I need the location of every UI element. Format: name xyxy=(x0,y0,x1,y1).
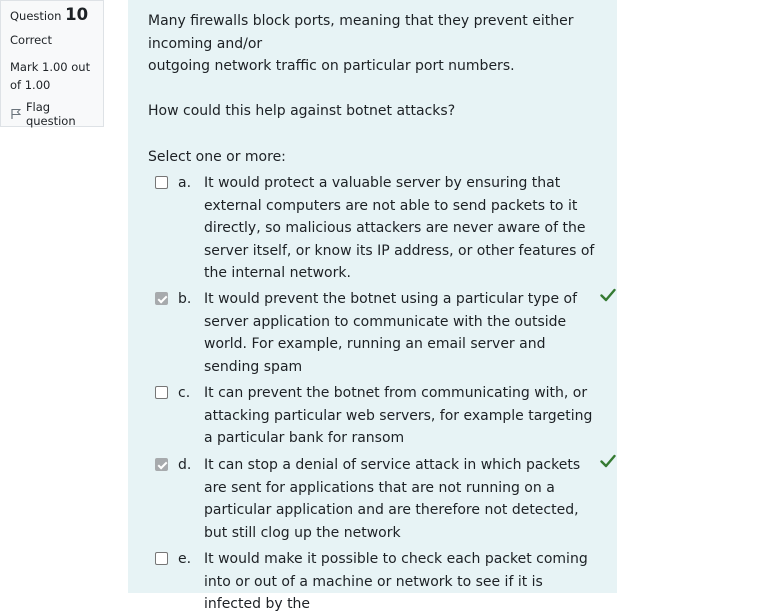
flag-question-button[interactable]: Flag question xyxy=(10,100,103,128)
answer-checkbox-a[interactable] xyxy=(155,176,168,189)
question-info: Question 10 Correct Mark 1.00 out of 1.0… xyxy=(0,0,104,128)
answer-option-a[interactable]: a. It would protect a valuable server by… xyxy=(155,172,605,285)
answer-option-d[interactable]: d. It can stop a denial of service attac… xyxy=(155,454,616,544)
question-state: Correct xyxy=(10,33,52,47)
answer-letter-b: b. xyxy=(178,291,192,307)
answer-letter-e: e. xyxy=(178,551,192,567)
answer-checkbox-e[interactable] xyxy=(155,552,168,565)
answer-letter-c: c. xyxy=(178,385,191,401)
question-text-line-1: Many firewalls block ports, meaning that… xyxy=(148,13,574,52)
answer-checkbox-b[interactable] xyxy=(155,292,168,305)
answer-text-e: It would make it possible to check each … xyxy=(204,551,588,612)
answer-prompt: Select one or more: xyxy=(148,149,286,165)
answer-letter-d: d. xyxy=(178,457,192,473)
question-formulation: Many firewalls block ports, meaning that… xyxy=(128,0,617,612)
question-text-line-3: How could this help against botnet attac… xyxy=(148,102,456,119)
question-grade: Mark 1.00 out of 1.00 xyxy=(10,60,91,92)
answer-checkbox-c[interactable] xyxy=(155,386,168,399)
answer-letter-a: a. xyxy=(178,175,192,191)
flag-question-label: Flag question xyxy=(25,100,76,128)
answer-text-c: It can prevent the botnet from communica… xyxy=(204,385,593,446)
answer-text-d: It can stop a denial of service attack i… xyxy=(204,457,581,541)
answer-option-e[interactable]: e. It would make it possible to check ea… xyxy=(155,548,605,616)
answer-option-c[interactable]: c. It can prevent the botnet from commun… xyxy=(155,382,605,450)
correct-check-icon xyxy=(600,288,616,302)
correct-check-icon xyxy=(600,454,616,468)
flag-icon xyxy=(11,109,22,119)
question-text-line-2: outgoing network traffic on particular p… xyxy=(148,58,515,74)
question-number-value: 10 xyxy=(65,5,89,24)
answer-option-b[interactable]: b. It would prevent the botnet using a p… xyxy=(155,288,616,378)
answer-checkbox-d[interactable] xyxy=(155,458,168,471)
question-label: Question xyxy=(10,9,62,23)
question-number: Question 10 xyxy=(10,6,103,25)
question-text: Many firewalls block ports, meaning that… xyxy=(148,10,608,122)
answer-text-a: It would protect a valuable server by en… xyxy=(204,175,595,281)
answer-text-b: It would prevent the botnet using a part… xyxy=(204,291,577,375)
